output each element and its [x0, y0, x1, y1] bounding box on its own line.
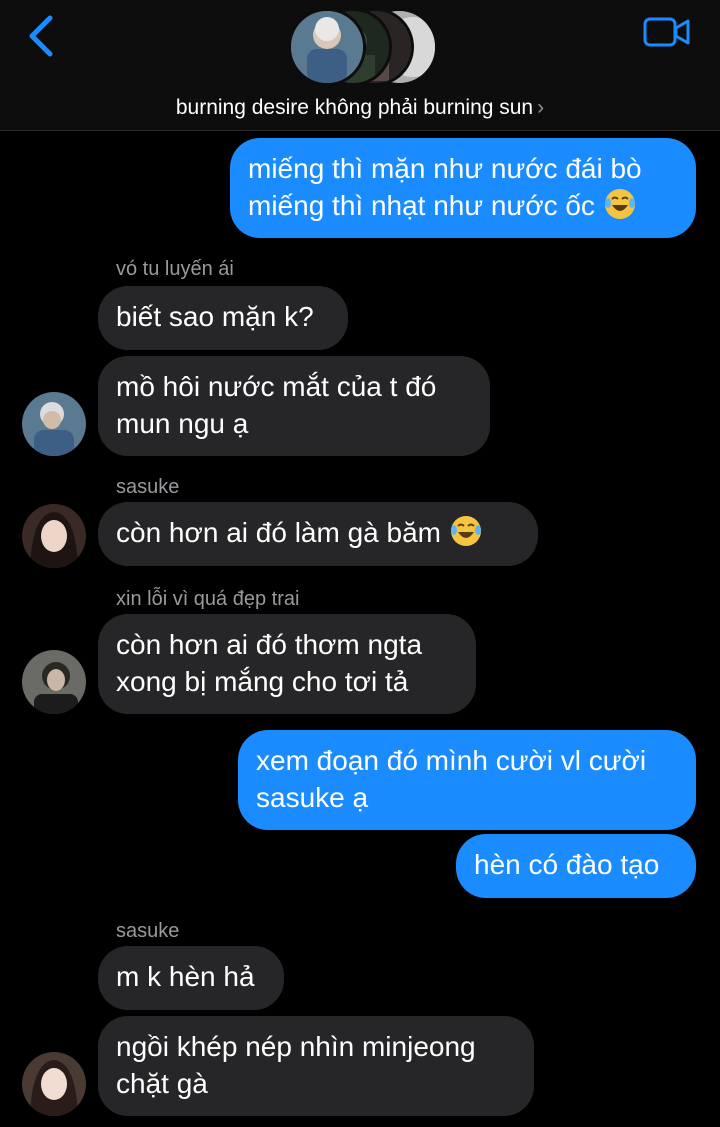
received-message[interactable]: ngồi khép nép nhìn minjeong chặt gà: [98, 1016, 534, 1116]
conversation-title-text: burning desire không phải burning sun: [175, 96, 534, 119]
chevron-left-icon: [29, 15, 53, 57]
sender-name: sasuke: [116, 476, 180, 498]
avatar[interactable]: [22, 392, 86, 456]
message-line: sasuke ạ: [256, 782, 369, 813]
sender-name: sasuke: [116, 920, 180, 942]
message-line: xem đoạn đó mình cười vl cười: [256, 745, 647, 776]
received-message[interactable]: còn hơn ai đó thơm ngta xong bị mắng cho…: [98, 614, 476, 714]
message-line: miếng thì mặn như nước đái bò: [248, 153, 642, 184]
video-call-button[interactable]: [642, 14, 692, 50]
received-message[interactable]: m k hèn hả: [98, 946, 284, 1010]
message-line: còn hơn ai đó thơm ngta: [116, 629, 423, 660]
message-line: ngồi khép nép nhìn minjeong: [116, 1031, 476, 1062]
conversation-header: burning desire không phải burning sun ›: [0, 0, 720, 131]
chevron-right-icon: ›: [537, 96, 545, 119]
received-message[interactable]: mồ hôi nước mắt của t đó mun ngu ạ: [98, 356, 490, 456]
message-line: mồ hôi nước mắt của t đó: [116, 371, 437, 402]
message-line: miếng thì nhạt như nước ốc: [248, 190, 595, 221]
group-avatar[interactable]: [288, 8, 438, 88]
sent-message[interactable]: hèn có đào tạo: [456, 834, 696, 898]
received-message[interactable]: biết sao mặn k?: [98, 286, 348, 350]
video-camera-icon: [643, 17, 690, 47]
sent-message[interactable]: miếng thì mặn như nước đái bò miếng thì …: [230, 138, 696, 238]
sender-name: vó tu luyến ái: [116, 258, 234, 280]
received-message[interactable]: còn hơn ai đó làm gà băm: [98, 502, 538, 566]
avatar[interactable]: [22, 504, 86, 568]
sent-message[interactable]: xem đoạn đó mình cười vl cười sasuke ạ: [238, 730, 696, 830]
message-line: mun ngu ạ: [116, 408, 249, 439]
message-line: chặt gà: [116, 1068, 208, 1099]
message-text: hèn có đào tạo: [474, 849, 660, 880]
message-text: còn hơn ai đó làm gà băm: [116, 517, 441, 548]
laughing-tears-emoji: [604, 189, 635, 219]
message-line: xong bị mắng cho tơi tả: [116, 666, 409, 697]
sender-name: xin lỗi vì quá đẹp trai: [116, 588, 300, 610]
laughing-tears-emoji: [450, 516, 481, 546]
conversation-title[interactable]: burning desire không phải burning sun ›: [0, 96, 720, 120]
avatar[interactable]: [22, 650, 86, 714]
message-text: biết sao mặn k?: [116, 301, 314, 332]
avatar[interactable]: [22, 1052, 86, 1116]
message-text: m k hèn hả: [116, 961, 255, 992]
group-avatar-photo: [288, 8, 366, 86]
back-button[interactable]: [22, 14, 62, 62]
